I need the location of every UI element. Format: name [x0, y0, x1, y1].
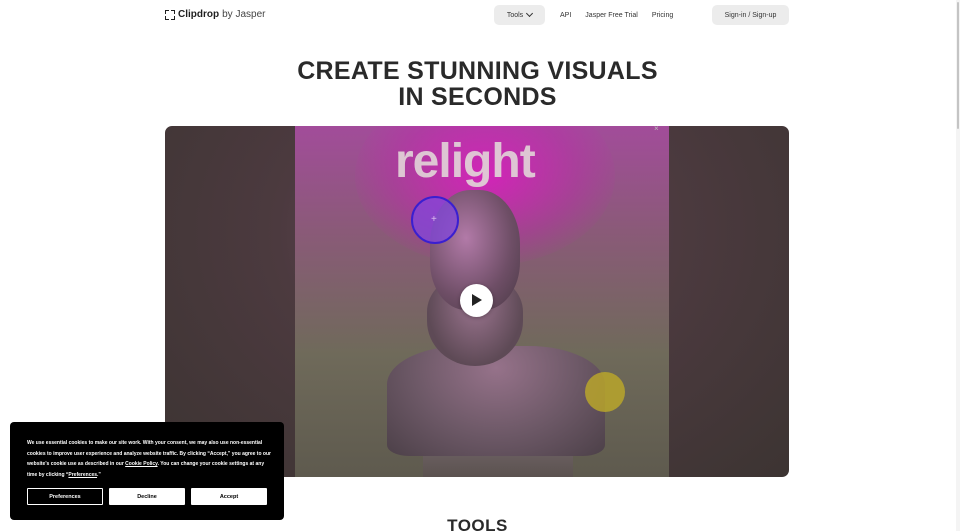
- play-button[interactable]: [460, 284, 493, 317]
- yellow-light-handle[interactable]: [585, 372, 625, 412]
- preferences-link[interactable]: Preferences: [68, 472, 97, 478]
- close-icon: ×: [654, 126, 659, 133]
- logo-by-text: by Jasper: [222, 9, 266, 20]
- main-nav: Tools API Jasper Free Trial Pricing Sign…: [494, 5, 789, 25]
- hero-title-line1: CREATE STUNNING VISUALS: [297, 57, 658, 85]
- crosshair-icon: +: [431, 214, 437, 225]
- decline-button[interactable]: Decline: [109, 488, 185, 505]
- cookie-text-part3: .”: [97, 471, 101, 478]
- cookie-message: We use essential cookies to make our sit…: [27, 438, 271, 480]
- signin-signup-button[interactable]: Sign-in / Sign-up: [712, 5, 789, 25]
- scrollbar-thumb[interactable]: [957, 2, 959, 129]
- tools-label: Tools: [506, 11, 524, 19]
- logo-brand-text: Clipdrop: [178, 9, 220, 20]
- top-header: Clipdrop by Jasper Tools API Jasper Free…: [0, 0, 960, 30]
- play-icon: [472, 294, 482, 306]
- accept-button[interactable]: Accept: [191, 488, 267, 505]
- cookie-policy-link[interactable]: Cookie Policy: [125, 461, 157, 467]
- purple-light-handle[interactable]: +: [411, 196, 459, 244]
- tools-dropdown-button[interactable]: Tools: [494, 5, 545, 25]
- hero-title: CREATE STUNNING VISUALS IN SECONDS: [0, 58, 955, 110]
- nav-link-jasper-free-trial[interactable]: Jasper Free Trial: [585, 12, 638, 19]
- page-scrollbar[interactable]: [956, 0, 960, 531]
- bust-shoulders: [387, 346, 605, 456]
- nav-link-pricing[interactable]: Pricing: [652, 12, 673, 19]
- hero-title-line2: IN SECONDS: [398, 83, 557, 111]
- preferences-button[interactable]: Preferences: [27, 488, 103, 505]
- nav-link-api[interactable]: API: [560, 12, 571, 19]
- clipdrop-logo[interactable]: Clipdrop by Jasper: [165, 9, 265, 20]
- relight-overlay-text: relight: [395, 135, 536, 188]
- chevron-down-icon: [526, 9, 534, 18]
- cookie-banner: We use essential cookies to make our sit…: [10, 422, 284, 520]
- clipdrop-logo-icon: [165, 9, 175, 20]
